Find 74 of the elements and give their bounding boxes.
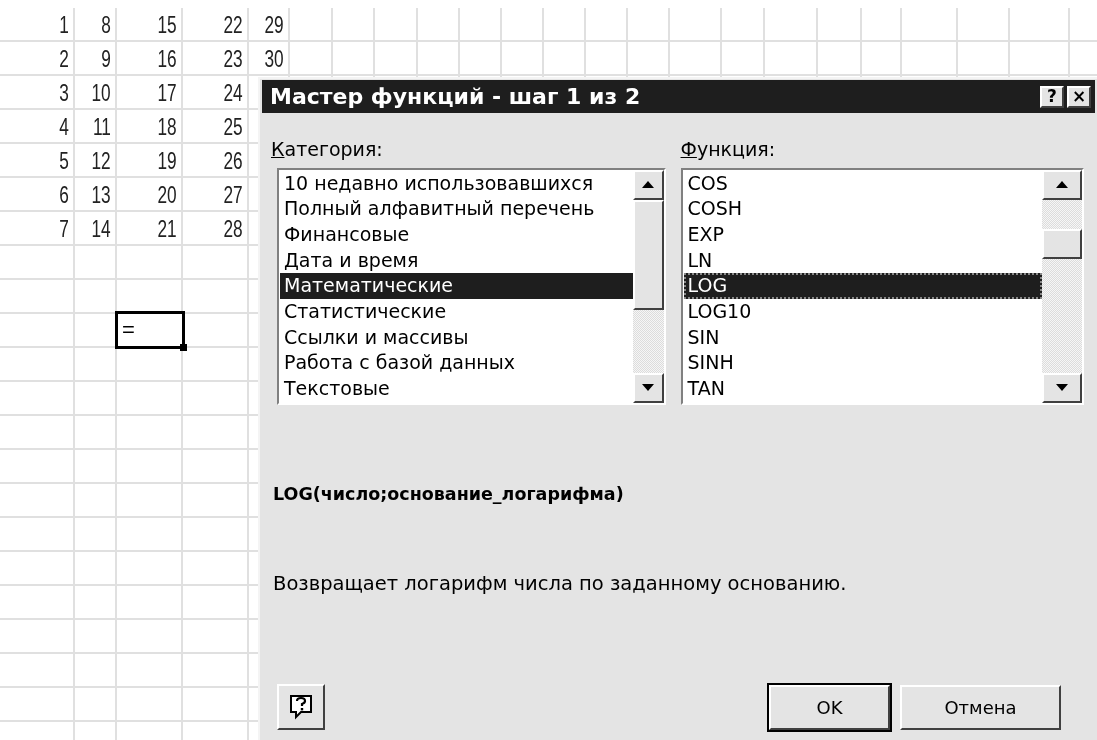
list-item[interactable]: TAN bbox=[683, 376, 1042, 402]
category-list[interactable]: 10 недавно использовавшихся Полный алфавитный перечень Финансовые Дата и время Математические Статистические Ссылки и массивы Работа с базой данных Текстовые bbox=[277, 167, 666, 405]
table-cell: 28 bbox=[223, 217, 243, 241]
table-cell: 12 bbox=[91, 149, 111, 173]
list-item[interactable]: Финансовые bbox=[280, 221, 633, 248]
function-list[interactable]: COS COSH EXP LN LOG LOG10 SIN SINH TAN bbox=[680, 167, 1084, 405]
scroll-down-button[interactable] bbox=[632, 372, 664, 403]
table-cell: 7 bbox=[59, 217, 69, 241]
table-cell: 23 bbox=[223, 47, 243, 71]
active-cell[interactable]: = bbox=[115, 311, 185, 349]
list-item[interactable]: LOG10 bbox=[683, 298, 1042, 325]
table-cell: 8 bbox=[101, 13, 111, 37]
list-item[interactable]: SINH bbox=[683, 350, 1042, 376]
scrollbar-thumb[interactable] bbox=[632, 199, 664, 310]
table-cell: 14 bbox=[91, 217, 111, 241]
list-item[interactable]: Дата и время bbox=[280, 247, 633, 274]
scroll-down-button[interactable] bbox=[1042, 372, 1082, 403]
function-label: Функция: bbox=[680, 137, 777, 162]
table-cell: 2 bbox=[59, 47, 69, 71]
category-label: Категория: bbox=[271, 137, 384, 162]
table-cell: 29 bbox=[264, 13, 284, 37]
list-item[interactable]: Полный алфавитный перечень bbox=[280, 196, 633, 222]
help-icon bbox=[289, 694, 313, 720]
window-title: Мастер функций - шаг 1 из 2 bbox=[270, 85, 641, 108]
list-item[interactable]: EXP bbox=[683, 221, 1042, 248]
table-cell: 10 bbox=[91, 81, 111, 105]
list-item[interactable]: LN bbox=[683, 247, 1042, 274]
table-cell: 22 bbox=[223, 13, 243, 37]
list-item[interactable]: SIN bbox=[683, 324, 1042, 351]
close-button[interactable]: × bbox=[1067, 85, 1091, 108]
table-cell: 27 bbox=[223, 183, 243, 207]
list-item[interactable]: COS bbox=[683, 170, 1042, 197]
function-syntax: LOG(число;основание_логарифма) bbox=[273, 482, 625, 506]
scrollbar[interactable] bbox=[1042, 169, 1082, 403]
list-item[interactable]: Ссылки и массивы bbox=[280, 324, 633, 351]
scrollbar[interactable] bbox=[632, 169, 664, 403]
table-cell: 16 bbox=[157, 47, 177, 71]
table-cell: 20 bbox=[157, 183, 177, 207]
table-cell: 6 bbox=[59, 183, 69, 207]
cancel-button[interactable]: Отмена bbox=[900, 684, 1061, 730]
table-cell: 26 bbox=[223, 149, 243, 173]
help-button[interactable]: ? bbox=[1040, 85, 1064, 108]
ok-button[interactable]: OK bbox=[769, 684, 890, 730]
list-item[interactable]: Работа с базой данных bbox=[280, 350, 633, 376]
function-description: Возвращает логарифм числа по заданному основанию. bbox=[273, 570, 848, 597]
table-cell: 30 bbox=[264, 47, 284, 71]
down-arrow-icon bbox=[642, 384, 655, 391]
table-cell: 15 bbox=[157, 13, 177, 37]
list-item[interactable]: 10 недавно использовавшихся bbox=[280, 170, 633, 197]
list-item[interactable]: COSH bbox=[683, 196, 1042, 222]
scroll-up-button[interactable] bbox=[632, 169, 664, 200]
table-cell: 4 bbox=[59, 115, 69, 139]
table-cell: 9 bbox=[101, 47, 111, 71]
table-cell: 19 bbox=[157, 149, 177, 173]
scrollbar-thumb[interactable] bbox=[1042, 228, 1082, 259]
down-arrow-icon bbox=[1056, 384, 1068, 391]
table-cell: 1 bbox=[59, 13, 69, 37]
table-cell: 3 bbox=[59, 81, 69, 105]
table-cell: 17 bbox=[157, 81, 177, 105]
list-item[interactable]: LOG bbox=[683, 273, 1042, 299]
help-button[interactable] bbox=[277, 684, 325, 730]
scroll-up-button[interactable] bbox=[1042, 169, 1082, 200]
table-cell: 13 bbox=[91, 183, 111, 207]
table-cell: 25 bbox=[223, 115, 243, 139]
table-cell: 21 bbox=[157, 217, 177, 241]
list-item[interactable]: Текстовые bbox=[280, 376, 633, 402]
table-cell: 24 bbox=[223, 81, 243, 105]
table-cell: 18 bbox=[157, 115, 177, 139]
table-cell: 11 bbox=[93, 115, 111, 139]
up-arrow-icon bbox=[1056, 181, 1068, 188]
list-item[interactable]: Математические bbox=[280, 273, 633, 299]
list-item[interactable]: Статистические bbox=[280, 298, 633, 325]
table-cell: 5 bbox=[59, 149, 69, 173]
up-arrow-icon bbox=[642, 181, 655, 188]
